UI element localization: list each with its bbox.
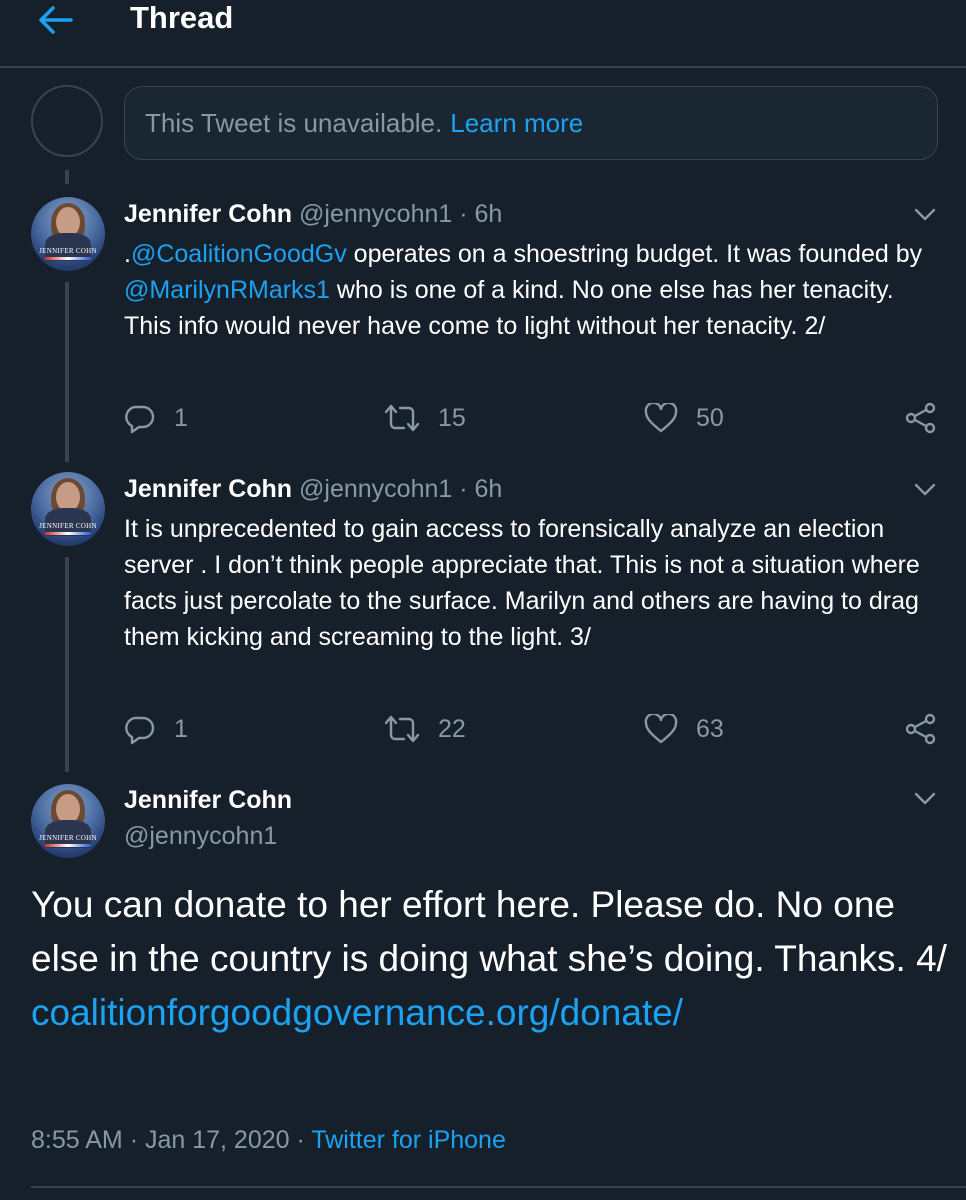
tweet-time[interactable]: 6h — [475, 475, 503, 503]
like-count: 63 — [696, 714, 724, 743]
reply-count: 1 — [174, 714, 188, 743]
author-name[interactable]: Jennifer Cohn — [124, 784, 292, 816]
tweet-actions: 1 22 63 — [124, 709, 944, 749]
avatar[interactable]: JENNIFER COHN — [31, 784, 105, 858]
tweet-actions: 1 15 50 — [124, 398, 944, 438]
reply-button[interactable]: 1 — [124, 709, 188, 749]
separator-dot: · — [129, 1126, 139, 1154]
heart-icon — [644, 403, 678, 433]
retweet-button[interactable]: 15 — [384, 398, 466, 438]
chevron-down-icon — [914, 792, 936, 805]
reply-count: 1 — [174, 403, 188, 432]
divider — [31, 1186, 966, 1188]
share-button[interactable] — [904, 398, 938, 438]
heart-icon — [644, 714, 678, 744]
reply-icon — [125, 405, 155, 434]
tweet-metadata: 8:55 AM · Jan 17, 2020 · Twitter for iPh… — [31, 1120, 506, 1160]
page-title: Thread — [130, 0, 234, 35]
author-handle[interactable]: @jennycohn1 — [299, 475, 452, 503]
separator-dot: · — [296, 1126, 305, 1154]
chevron-down-icon — [914, 208, 936, 221]
tweet-timestamp: 8:55 AM — [31, 1126, 123, 1154]
retweet-count: 22 — [438, 714, 466, 743]
share-icon — [905, 713, 936, 745]
separator-dot: · — [459, 200, 468, 228]
reply-button[interactable]: 1 — [124, 398, 188, 438]
share-button[interactable] — [904, 709, 938, 749]
avatar[interactable]: JENNIFER COHN — [31, 197, 105, 271]
thread-connector — [65, 170, 69, 184]
tweet-text: It is unprecedented to gain access to fo… — [124, 515, 920, 651]
header-bar: Thread — [0, 0, 966, 68]
avatar-stripe — [45, 257, 91, 260]
author-name[interactable]: Jennifer Cohn — [124, 475, 292, 503]
share-icon — [905, 402, 936, 434]
avatar-caption: JENNIFER COHN — [39, 522, 97, 530]
unavailable-tweet-notice: This Tweet is unavailable. Learn more — [124, 86, 938, 160]
chevron-down-icon — [914, 483, 936, 496]
tweet-header: Jennifer Cohn @jennycohn1 · 6h — [124, 198, 502, 230]
mention-link[interactable]: @CoalitionGoodGv — [131, 240, 347, 268]
thread-connector — [65, 282, 69, 462]
avatar-stripe — [45, 532, 91, 535]
avatar-caption: JENNIFER COHN — [39, 247, 97, 255]
tweet-text-start: . — [124, 240, 131, 268]
retweet-icon — [384, 404, 420, 432]
like-count: 50 — [696, 403, 724, 432]
like-button[interactable]: 63 — [644, 709, 724, 749]
focused-tweet-text: You can donate to her effort here. Pleas… — [31, 878, 951, 1040]
tweet-time[interactable]: 6h — [475, 200, 503, 228]
back-button[interactable] — [30, 2, 80, 38]
learn-more-link[interactable]: Learn more — [450, 108, 583, 139]
like-button[interactable]: 50 — [644, 398, 724, 438]
avatar-caption: JENNIFER COHN — [39, 834, 97, 842]
tweet-text-middle: operates on a shoestring budget. It was … — [346, 240, 923, 268]
author-name[interactable]: Jennifer Cohn — [124, 200, 292, 228]
avatar-stripe — [45, 844, 91, 847]
unavailable-text: This Tweet is unavailable. — [145, 107, 443, 138]
retweet-icon — [384, 715, 420, 743]
mention-link[interactable]: @MarilynRMarks1 — [124, 276, 330, 304]
tweet-header: Jennifer Cohn @jennycohn1 · 6h — [124, 473, 502, 505]
separator-dot: · — [459, 475, 468, 503]
back-arrow-icon — [39, 6, 73, 34]
placeholder-avatar — [31, 85, 103, 157]
twitter-thread-screen: Thread This Tweet is unavailable. Learn … — [0, 0, 966, 1200]
donate-link[interactable]: coalitionforgoodgovernance.org/donate/ — [31, 992, 683, 1033]
tweet-menu-button[interactable] — [908, 784, 942, 814]
tweet-menu-button[interactable] — [908, 475, 942, 505]
retweet-count: 15 — [438, 403, 466, 432]
thread-connector — [65, 557, 69, 772]
tweet-menu-button[interactable] — [908, 200, 942, 230]
author-handle[interactable]: @jennycohn1 — [299, 200, 452, 228]
author-handle[interactable]: @jennycohn1 — [124, 820, 277, 852]
focused-tweet-body: You can donate to her effort here. Pleas… — [31, 884, 947, 979]
tweet-date: Jan 17, 2020 — [144, 1126, 290, 1154]
avatar[interactable]: JENNIFER COHN — [31, 472, 105, 546]
tweet-text: .@CoalitionGoodGv operates on a shoestri… — [124, 236, 944, 344]
tweet-source-link[interactable]: Twitter for iPhone — [311, 1126, 506, 1154]
retweet-button[interactable]: 22 — [384, 709, 466, 749]
reply-icon — [125, 716, 155, 745]
